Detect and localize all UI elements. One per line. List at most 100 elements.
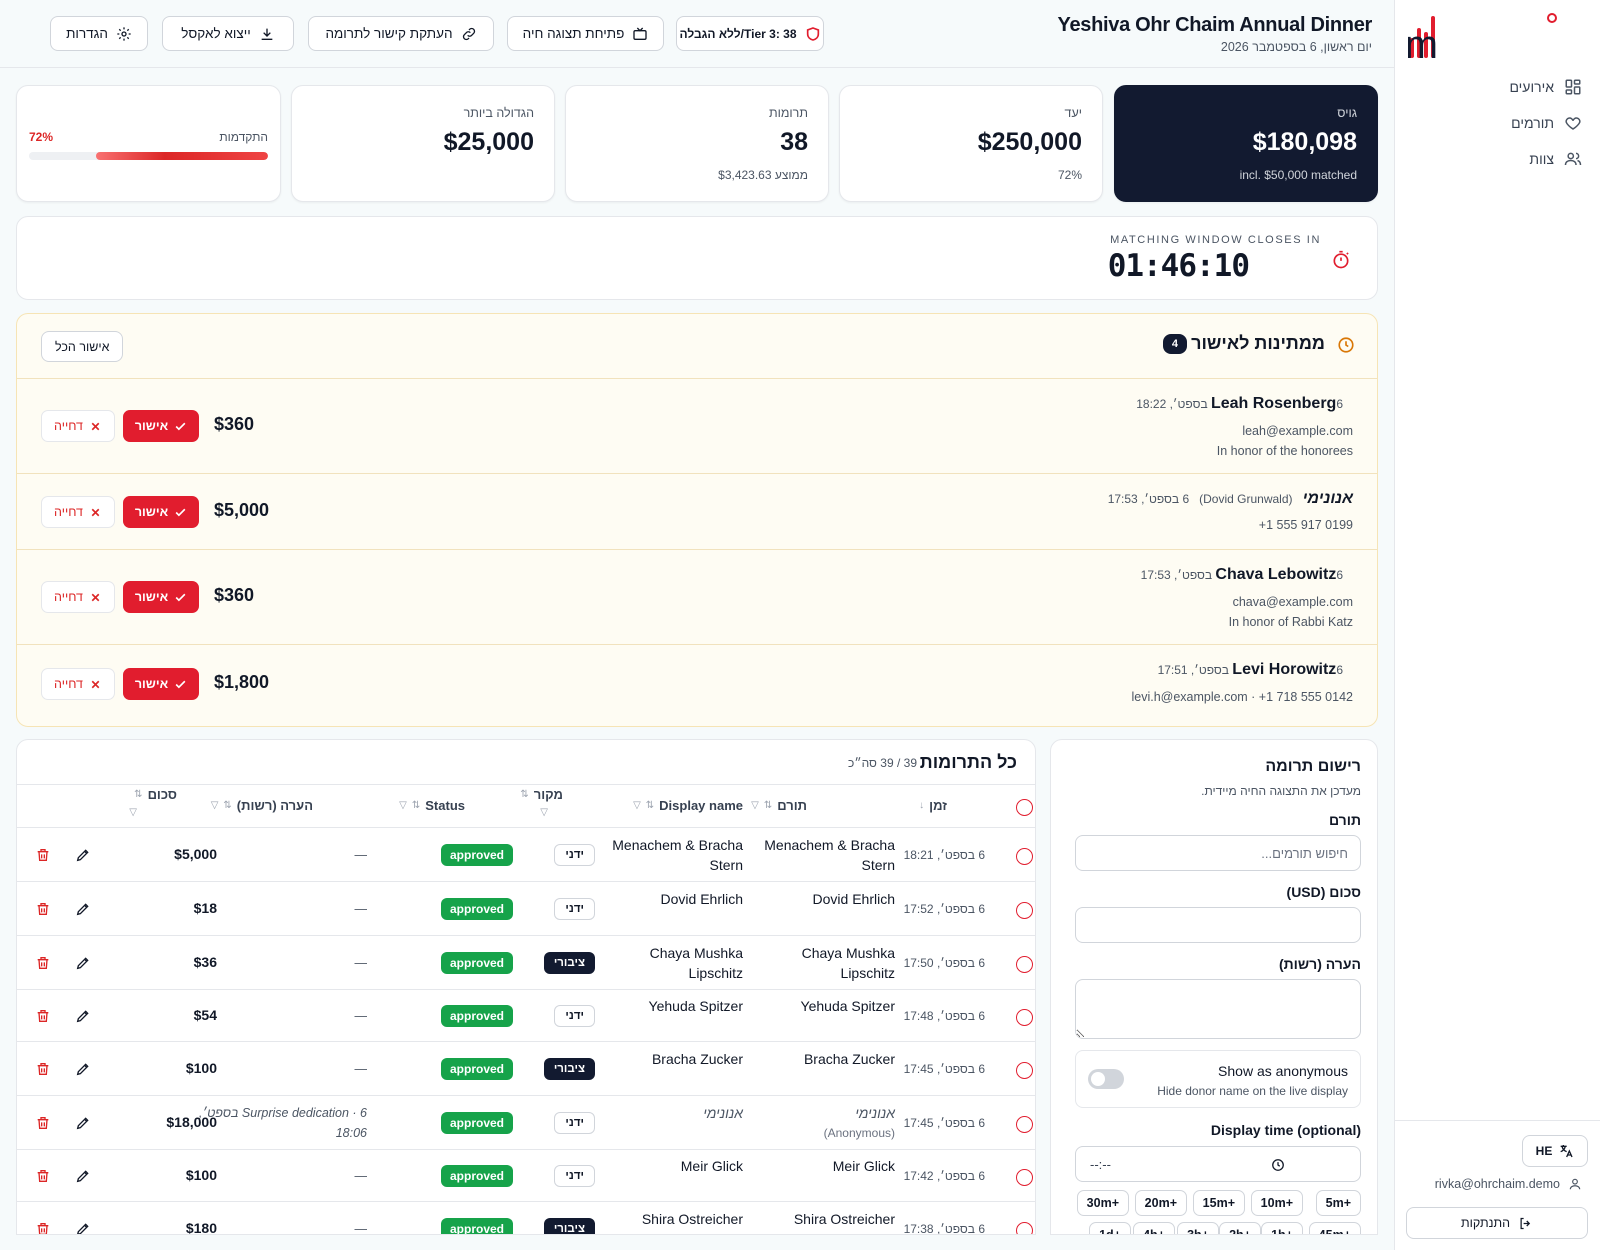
sort-icon: ⇅ [223, 800, 232, 811]
pending-header: ממתינות לאישור 4 אישור הכל [17, 314, 1377, 379]
approve-all-button[interactable]: אישור הכל [41, 331, 124, 362]
trash-icon[interactable] [35, 1221, 51, 1234]
tv-icon [633, 27, 647, 40]
edit-icon[interactable] [75, 1008, 91, 1024]
col-display-name[interactable]: ▽ ⇅ Display name [633, 798, 743, 813]
edit-icon[interactable] [75, 1061, 91, 1077]
trash-icon[interactable] [35, 955, 51, 971]
col-source-filter[interactable]: ▽ [540, 807, 548, 818]
col-note[interactable]: הערה (רשות) ⇅ ▽ [211, 798, 313, 813]
col-amount-filter[interactable]: ▽ [129, 807, 137, 818]
edit-icon[interactable] [75, 847, 91, 863]
reject-button[interactable]: דחייה [41, 410, 115, 442]
trash-icon[interactable] [35, 1115, 51, 1131]
time-offset-chip[interactable]: 45m+ [1308, 1222, 1361, 1234]
edit-icon[interactable] [75, 1115, 91, 1131]
row-checkbox[interactable] [1016, 1116, 1033, 1133]
table-row[interactable]: 6 בספט׳, 17:50 Chaya Mushka Lipschitz Ch… [17, 936, 1035, 990]
cell-time: 6 בספט׳, 17:50 [903, 956, 985, 970]
settings-button[interactable]: הגדרות [50, 16, 148, 51]
pending-row: Leah Rosenberg6 בספט׳, 18:22 leah@exampl… [17, 379, 1377, 474]
approve-button[interactable]: אישור [123, 496, 199, 528]
stat-label: יעד [1064, 106, 1082, 120]
approve-button[interactable]: אישור [123, 410, 199, 442]
sort-icon: ⇅ [763, 800, 773, 811]
edit-icon[interactable] [75, 955, 91, 971]
logout-button[interactable]: התנתקות [1406, 1207, 1588, 1239]
row-checkbox[interactable] [1016, 1169, 1033, 1186]
time-offset-chip[interactable]: 1h+ [1261, 1222, 1303, 1234]
reject-button[interactable]: דחייה [41, 668, 115, 700]
col-time[interactable]: זמן ↓ [919, 798, 947, 813]
table-row[interactable]: 6 בספט׳, 17:42 Meir Glick Meir Glick ידנ… [17, 1150, 1035, 1202]
language-button[interactable]: HE [1522, 1135, 1588, 1167]
note-textarea[interactable] [1075, 979, 1361, 1039]
col-amount[interactable]: סכום ⇅ [134, 787, 177, 802]
table-row[interactable]: 6 בספט׳, 17:38 Shira Ostreicher Shira Os… [17, 1202, 1035, 1234]
donor-name: Chaya Mushka Lipschitz [801, 945, 895, 981]
table-row[interactable]: 6 בספט׳, 17:45 Bracha Zucker Bracha Zuck… [17, 1042, 1035, 1096]
tier-badge[interactable]: 38 :Tier 3/ללא הגבלה [676, 16, 824, 51]
col-status[interactable]: ▽ ⇅ Status [399, 798, 465, 813]
edit-icon[interactable] [75, 1221, 91, 1234]
col-donor[interactable]: תורם ⇅ ▽ [751, 798, 807, 813]
trash-icon[interactable] [35, 1061, 51, 1077]
amount-input[interactable] [1075, 907, 1361, 943]
pending-count-badge: 4 [1162, 334, 1187, 354]
export-excel-button[interactable]: ייצוא לאקסל [162, 16, 294, 51]
stat-card-donations: תרומות 38 ממוצע $3,423.63 [565, 85, 829, 202]
cell-amount: $18 [193, 900, 217, 916]
stat-label: הגדולה ביותר [463, 106, 534, 120]
pending-row: Levi Horowitz6 בספט׳, 17:51 levi.h@examp… [17, 645, 1377, 726]
col-source[interactable]: מקור ⇅ [520, 787, 563, 802]
time-offset-chip[interactable]: 4h+ [1133, 1222, 1175, 1234]
pending-approvals: ממתינות לאישור 4 אישור הכל Leah Rosenber… [16, 313, 1378, 727]
display-name: Dovid Ehrlich [660, 891, 743, 907]
sidebar-item-donors[interactable]: תורמים [1511, 114, 1582, 132]
trash-icon[interactable] [35, 901, 51, 917]
time-offset-chip[interactable]: 5m+ [1315, 1190, 1361, 1216]
open-live-display-button[interactable]: פתיחת תצוגה חיה [507, 16, 664, 51]
reject-button[interactable]: דחייה [41, 581, 115, 613]
approve-button[interactable]: אישור [123, 581, 199, 613]
download-icon [261, 28, 273, 40]
time-offset-chip[interactable]: 2h+ [1219, 1222, 1261, 1234]
edit-icon[interactable] [75, 1168, 91, 1184]
row-checkbox[interactable] [1016, 956, 1033, 973]
time-offset-chip[interactable]: 3h+ [1177, 1222, 1219, 1234]
row-checkbox[interactable] [1016, 1222, 1033, 1234]
sidebar-item-team[interactable]: צוות [1529, 150, 1582, 168]
display-time-input[interactable]: --:-- [1075, 1146, 1361, 1182]
select-all-checkbox[interactable] [1016, 799, 1033, 816]
table-row[interactable]: 6 בספט׳, 17:45 אנונימי (Anonymous) אנוני… [17, 1096, 1035, 1150]
nedarim-logo[interactable]: nedarim [1408, 8, 1586, 64]
pending-donor: Levi Horowitz6 בספט׳, 17:51 [1158, 661, 1353, 679]
current-user: rivka@ohrchaim.demo [1435, 1177, 1582, 1191]
row-checkbox[interactable] [1016, 1062, 1033, 1079]
trash-icon[interactable] [35, 847, 51, 863]
sort-icon: ⇅ [520, 789, 529, 800]
anonymous-toggle[interactable] [1088, 1069, 1124, 1089]
table-row[interactable]: 6 בספט׳, 18:21 Menachem & Bracha Stern M… [17, 828, 1035, 882]
time-offset-chip[interactable]: 10m+ [1250, 1190, 1303, 1216]
trash-icon[interactable] [35, 1168, 51, 1184]
donor-search-input[interactable] [1075, 835, 1361, 871]
time-offset-chip[interactable]: 1d+ [1089, 1222, 1131, 1234]
source-badge: ידני [554, 1005, 595, 1027]
row-checkbox[interactable] [1016, 1009, 1033, 1026]
trash-icon[interactable] [35, 1008, 51, 1024]
time-offset-chip[interactable]: 20m+ [1134, 1190, 1187, 1216]
col-time-label: זמן [929, 798, 947, 813]
edit-icon[interactable] [75, 901, 91, 917]
row-checkbox[interactable] [1016, 848, 1033, 865]
copy-donation-link-button[interactable]: העתקת קישור לתרומה [308, 16, 494, 51]
sidebar-item-events[interactable]: אירועים [1509, 78, 1582, 96]
table-row[interactable]: 6 בספט׳, 17:52 Dovid Ehrlich Dovid Ehrli… [17, 882, 1035, 936]
reject-button[interactable]: דחייה [41, 496, 115, 528]
cell-donor: Menachem & Bracha Stern [745, 835, 895, 875]
time-offset-chip[interactable]: 15m+ [1192, 1190, 1245, 1216]
table-row[interactable]: 6 בספט׳, 17:48 Yehuda Spitzer Yehuda Spi… [17, 990, 1035, 1042]
row-checkbox[interactable] [1016, 902, 1033, 919]
time-offset-chip[interactable]: 30m+ [1076, 1190, 1129, 1216]
approve-button[interactable]: אישור [123, 668, 199, 700]
